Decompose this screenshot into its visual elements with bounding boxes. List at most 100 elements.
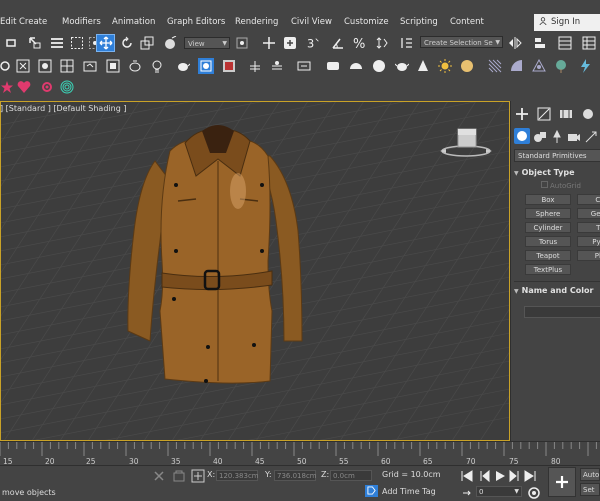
z-coordinate-field[interactable]: 0.0cm xyxy=(330,470,372,481)
modify-tab-icon[interactable] xyxy=(537,107,551,121)
toggle-ribbon-icon[interactable] xyxy=(582,36,596,50)
box-primitive-icon[interactable] xyxy=(326,59,340,73)
teapot-button[interactable]: Teapot xyxy=(525,250,571,261)
sphere-button[interactable]: Sphere xyxy=(525,208,571,219)
isolate-selection-icon[interactable] xyxy=(172,469,186,483)
set-key-big-button[interactable] xyxy=(548,467,576,497)
lightning-icon[interactable] xyxy=(578,59,592,73)
edit-named-selection-icon[interactable] xyxy=(400,36,414,50)
grid-helper-icon[interactable] xyxy=(488,59,502,73)
autogrid-checkbox[interactable]: AutoGrid xyxy=(541,181,581,190)
render-cloud-icon[interactable] xyxy=(248,59,262,73)
motion-tab-icon[interactable] xyxy=(581,107,595,121)
fingerprint-icon[interactable] xyxy=(60,80,74,94)
percent-snap-icon[interactable]: % xyxy=(353,36,367,50)
placement-icon[interactable] xyxy=(163,36,177,50)
selection-lock-icon[interactable] xyxy=(152,469,166,483)
pyramid-button[interactable]: Pyra xyxy=(577,236,600,247)
material-editor-icon[interactable] xyxy=(106,59,120,73)
select-manipulate-icon[interactable] xyxy=(262,36,276,50)
light-bulb-icon[interactable] xyxy=(150,59,164,73)
create-tab-plus-icon[interactable] xyxy=(515,107,529,121)
rectangular-selection-icon[interactable] xyxy=(70,36,84,50)
menu-modifiers[interactable]: Modifiers xyxy=(62,17,101,27)
named-selection-sets-dropdown[interactable]: Create Selection Se ▼ xyxy=(420,36,503,48)
absolute-transform-icon[interactable] xyxy=(191,469,205,483)
next-frame-icon[interactable] xyxy=(508,469,522,483)
box-button[interactable]: Box xyxy=(525,194,571,205)
previous-frame-icon[interactable] xyxy=(477,469,491,483)
geosphere-button[interactable]: GeoS xyxy=(577,208,600,219)
primitive-category-dropdown[interactable]: Standard Primitives xyxy=(514,149,600,162)
object-type-rollout-header[interactable]: ▼ Object Type xyxy=(514,168,600,180)
teapot-primitive-icon[interactable] xyxy=(395,59,409,73)
snaps-toggle-icon[interactable]: 3 xyxy=(307,36,321,50)
auto-key-button[interactable]: Auto xyxy=(580,468,600,481)
render-iterative-icon[interactable] xyxy=(270,59,284,73)
star-icon[interactable] xyxy=(0,80,14,94)
bind-space-warp-icon[interactable] xyxy=(38,59,52,73)
menu-create[interactable]: Create xyxy=(19,17,47,27)
viewcube-widget[interactable] xyxy=(440,128,492,157)
render-production-icon[interactable] xyxy=(222,59,236,73)
y-coordinate-field[interactable]: 736.018cm xyxy=(274,470,317,481)
time-configuration-icon[interactable] xyxy=(527,486,541,500)
menu-edit[interactable]: Edit xyxy=(0,17,16,27)
plane-button[interactable]: Pla xyxy=(577,250,600,261)
set-key-button[interactable]: Set K xyxy=(580,483,600,496)
heart-icon[interactable] xyxy=(17,80,31,94)
menu-rendering[interactable]: Rendering xyxy=(235,17,278,27)
menu-scripting[interactable]: Scripting xyxy=(400,17,438,27)
render-frame-button[interactable] xyxy=(198,58,214,74)
pivot-center-icon[interactable] xyxy=(235,36,249,50)
geometry-category-button[interactable] xyxy=(514,128,530,144)
menu-customize[interactable]: Customize xyxy=(344,17,389,27)
foliage-icon[interactable] xyxy=(554,59,568,73)
perspective-viewport[interactable] xyxy=(0,101,510,441)
key-mode-icon[interactable] xyxy=(460,486,474,500)
menu-content[interactable]: Content xyxy=(450,17,484,27)
teapot-render-icon[interactable] xyxy=(176,59,190,73)
select-by-name-icon[interactable] xyxy=(50,36,64,50)
angle-snap-icon[interactable] xyxy=(331,36,345,50)
cone-primitive-icon[interactable] xyxy=(416,59,430,73)
tape-helper-icon[interactable] xyxy=(510,59,524,73)
helpers-category-icon[interactable] xyxy=(584,130,598,144)
select-and-move-button[interactable] xyxy=(96,34,115,52)
spinner-snap-icon[interactable] xyxy=(375,36,389,50)
current-frame-field[interactable]: 0 ▼ xyxy=(476,486,522,497)
sign-in-button[interactable]: Sign In xyxy=(534,14,600,31)
select-object-icon[interactable] xyxy=(28,36,42,50)
skylight-icon[interactable] xyxy=(460,59,474,73)
add-time-tag-label[interactable]: Add Time Tag xyxy=(382,487,436,496)
hemisphere-icon[interactable] xyxy=(349,59,363,73)
x-coordinate-field[interactable]: 120.383cm xyxy=(216,470,259,481)
menu-civil-view[interactable]: Civil View xyxy=(291,17,332,27)
sun-light-icon[interactable] xyxy=(438,59,452,73)
go-to-start-icon[interactable] xyxy=(460,469,474,483)
textplus-button[interactable]: TextPlus xyxy=(525,264,571,275)
particle-system-icon[interactable] xyxy=(532,59,546,73)
hierarchy-tab-icon[interactable] xyxy=(559,107,573,121)
align-icon[interactable] xyxy=(533,36,547,50)
viewport-label[interactable]: ] [Standard ] [Default Shading ] xyxy=(0,104,126,113)
lights-category-icon[interactable] xyxy=(550,130,564,144)
autogrid-checkbox-box[interactable] xyxy=(541,181,548,188)
name-and-color-rollout-header[interactable]: ▼ Name and Color xyxy=(514,286,600,298)
render-setup-icon[interactable] xyxy=(128,59,142,73)
go-to-end-icon[interactable] xyxy=(523,469,537,483)
track-view-icon[interactable] xyxy=(60,59,74,73)
torus-button[interactable]: Torus xyxy=(525,236,571,247)
rotate-icon[interactable] xyxy=(120,36,134,50)
unlink-icon[interactable] xyxy=(16,59,30,73)
trench-coat-model[interactable] xyxy=(127,125,303,384)
cylinder-button[interactable]: Cylinder xyxy=(525,222,571,233)
tube-button[interactable]: Tu xyxy=(577,222,600,233)
undo-icon[interactable] xyxy=(4,36,18,50)
menu-graph-editors[interactable]: Graph Editors xyxy=(167,17,225,27)
sphere-primitive-icon[interactable] xyxy=(372,59,386,73)
link-icon[interactable] xyxy=(0,59,14,73)
gear-icon[interactable] xyxy=(40,80,54,94)
scale-icon[interactable] xyxy=(140,36,154,50)
add-time-tag-button[interactable] xyxy=(365,485,378,497)
